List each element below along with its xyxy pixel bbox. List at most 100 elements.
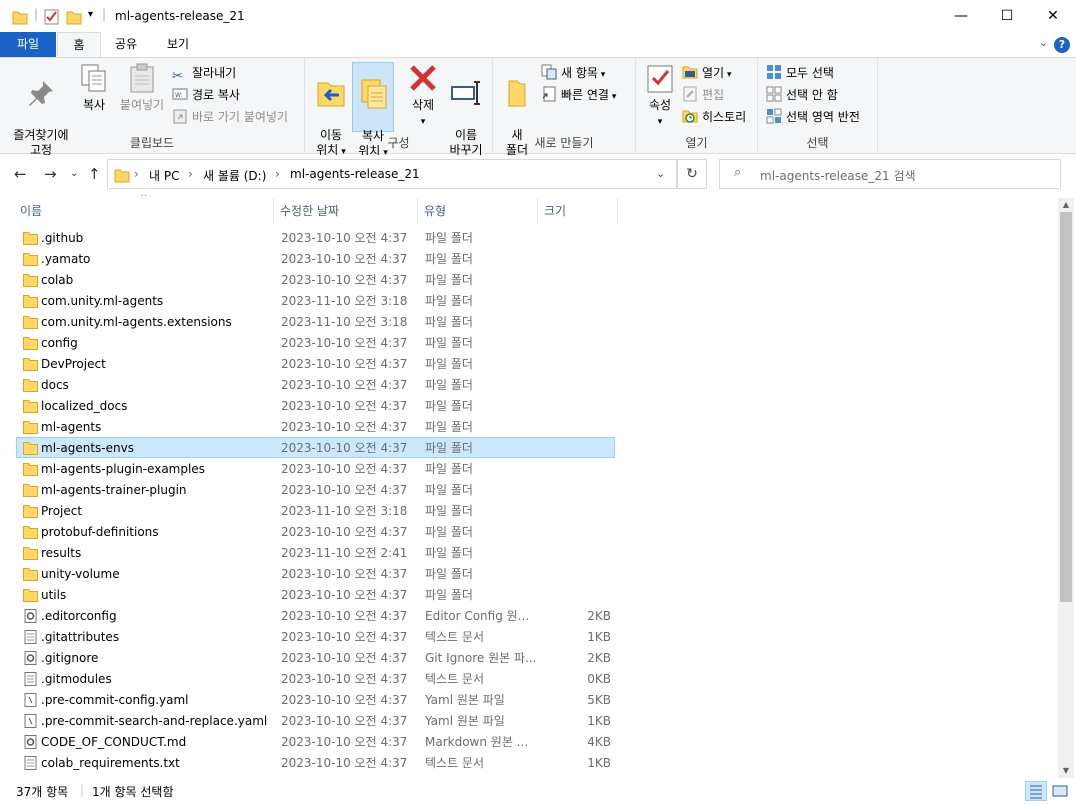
new-folder-quick-icon[interactable] bbox=[66, 8, 82, 26]
refresh-button[interactable]: ↻ bbox=[677, 159, 707, 189]
breadcrumb-this-pc[interactable]: 내 PC bbox=[149, 167, 179, 184]
tab-home[interactable]: 홈 bbox=[57, 32, 101, 57]
file-row[interactable]: protobuf-definitions 2023-10-10 오전 4:37 파일… bbox=[16, 521, 615, 542]
address-bar[interactable]: › 내 PC › 새 볼륨 (D:) › ml-agents-release_2… bbox=[107, 159, 677, 189]
file-row[interactable]: utils 2023-10-10 오전 4:37 파일 폴더 bbox=[16, 584, 615, 605]
config-file-icon bbox=[23, 609, 38, 623]
file-row[interactable]: .gitignore 2023-10-10 오전 4:37 Git Ignore 원… bbox=[16, 647, 615, 668]
file-row[interactable]: .github 2023-10-10 오전 4:37 파일 폴더 bbox=[16, 227, 615, 248]
copy-button[interactable]: 복사 bbox=[76, 62, 112, 113]
scrollbar-thumb[interactable] bbox=[1060, 212, 1072, 602]
file-name: .gitmodules bbox=[41, 672, 112, 686]
file-name: DevProject bbox=[41, 357, 106, 371]
file-row[interactable]: docs 2023-10-10 오전 4:37 파일 폴더 bbox=[16, 374, 615, 395]
file-row[interactable]: DevProject 2023-10-10 오전 4:37 파일 폴더 bbox=[16, 353, 615, 374]
collapse-ribbon-icon[interactable]: ⌄ bbox=[1039, 36, 1048, 49]
file-row[interactable]: .yamato 2023-10-10 오전 4:37 파일 폴더 bbox=[16, 248, 615, 269]
file-name: docs bbox=[41, 378, 69, 392]
file-row[interactable]: .pre-commit-config.yaml 2023-10-10 오전 4:3… bbox=[16, 689, 615, 710]
file-row[interactable]: colab_requirements.txt 2023-10-10 오전 4:37… bbox=[16, 752, 615, 773]
folder-icon bbox=[23, 378, 38, 392]
file-row[interactable]: ml-agents-plugin-examples 2023-10-10 오전 4… bbox=[16, 458, 615, 479]
file-name: results bbox=[41, 546, 82, 560]
minimize-button[interactable]: — bbox=[938, 0, 984, 32]
file-name: Project bbox=[41, 504, 83, 518]
address-dropdown-icon[interactable]: ⌄ bbox=[656, 167, 665, 180]
cut-button[interactable]: ✂ 잘라내기 bbox=[172, 63, 236, 84]
breadcrumb-current-folder[interactable]: ml-agents-release_21 bbox=[290, 167, 420, 181]
breadcrumb-volume-d[interactable]: 새 볼륨 (D:) bbox=[203, 167, 266, 184]
recent-locations-chevron-icon[interactable]: ⌄ bbox=[70, 168, 78, 179]
file-name: .gitignore bbox=[41, 651, 99, 665]
history-label: 히스토리 bbox=[702, 110, 747, 124]
folder-icon bbox=[23, 315, 38, 329]
back-arrow-icon[interactable]: ← bbox=[14, 165, 27, 183]
new-item-button[interactable]: 새 항목 ▾ bbox=[541, 63, 605, 83]
invert-selection-button[interactable]: 선택 영역 반전 bbox=[766, 107, 860, 127]
easy-access-button[interactable]: 빠른 연결 ▾ bbox=[541, 85, 616, 105]
file-type: 파일 폴더 bbox=[425, 420, 473, 434]
maximize-button[interactable]: ☐ bbox=[984, 0, 1030, 32]
column-header-name[interactable]: 이름 bbox=[16, 198, 274, 224]
scissors-icon: ✂ bbox=[172, 69, 183, 84]
select-none-button[interactable]: 선택 안 함 bbox=[766, 85, 838, 105]
search-box[interactable]: ⌕ ml-agents-release_21 검색 bbox=[719, 159, 1061, 189]
edit-button[interactable]: 편집 bbox=[682, 85, 724, 105]
delete-button[interactable]: 삭제 ▾ bbox=[403, 62, 443, 130]
tab-view[interactable]: 보기 bbox=[156, 32, 200, 57]
file-row[interactable]: .editorconfig 2023-10-10 오전 4:37 Editor Co… bbox=[16, 605, 615, 626]
file-row[interactable]: ml-agents-trainer-plugin 2023-10-10 오전 4:… bbox=[16, 479, 615, 500]
open-button[interactable]: 열기 ▾ bbox=[682, 63, 731, 83]
file-row[interactable]: localized_docs 2023-10-10 오전 4:37 파일 폴더 bbox=[16, 395, 615, 416]
item-count: 37개 항목 bbox=[16, 785, 69, 799]
paste-button[interactable]: 붙여넣기 bbox=[116, 62, 168, 113]
history-button[interactable]: 히스토리 bbox=[682, 107, 746, 127]
file-row[interactable]: .pre-commit-search-and-replace.yaml 2023-… bbox=[16, 710, 615, 731]
column-header-date[interactable]: 수정한 날짜 bbox=[276, 198, 418, 224]
file-row[interactable]: com.unity.ml-agents 2023-11-10 오전 3:18 파일 … bbox=[16, 290, 615, 311]
file-row[interactable]: com.unity.ml-agents.extensions 2023-11-10… bbox=[16, 311, 615, 332]
properties-check-icon[interactable] bbox=[44, 8, 60, 26]
column-header-type[interactable]: 유형 bbox=[420, 198, 538, 224]
file-name: ml-agents-plugin-examples bbox=[41, 462, 205, 476]
scroll-up-arrow-icon[interactable]: ▲ bbox=[1058, 198, 1074, 212]
select-all-icon bbox=[767, 65, 781, 79]
tab-file[interactable]: 파일 bbox=[0, 32, 56, 57]
file-row[interactable]: results 2023-11-10 오전 2:41 파일 폴더 bbox=[16, 542, 615, 563]
file-date: 2023-11-10 오전 2:41 bbox=[281, 546, 408, 560]
file-row[interactable]: colab 2023-10-10 오전 4:37 파일 폴더 bbox=[16, 269, 615, 290]
close-button[interactable]: ✕ bbox=[1030, 0, 1076, 32]
quick-access-dropdown-icon[interactable]: ▾ bbox=[88, 9, 93, 20]
file-row[interactable]: ml-agents-envs 2023-10-10 오전 4:37 파일 폴더 bbox=[16, 437, 615, 458]
file-row[interactable]: Project 2023-11-10 오전 3:18 파일 폴더 bbox=[16, 500, 615, 521]
status-separator: | bbox=[80, 783, 85, 797]
scroll-down-arrow-icon[interactable]: ▼ bbox=[1058, 764, 1074, 778]
column-header-size[interactable]: 크기 bbox=[540, 198, 618, 224]
vertical-scrollbar[interactable]: ▲ ▼ bbox=[1058, 198, 1074, 778]
select-all-button[interactable]: 모두 선택 bbox=[766, 63, 834, 83]
paste-shortcut-label: 바로 가기 붙여넣기 bbox=[192, 110, 288, 124]
file-row[interactable]: config 2023-10-10 오전 4:37 파일 폴더 bbox=[16, 332, 615, 353]
paste-shortcut-button[interactable]: 바로 가기 붙여넣기 bbox=[172, 107, 288, 127]
folder-icon bbox=[23, 504, 38, 518]
pin-icon bbox=[29, 81, 53, 106]
file-row[interactable]: unity-volume 2023-10-10 오전 4:37 파일 폴더 bbox=[16, 563, 615, 584]
tab-share[interactable]: 공유 bbox=[104, 32, 148, 57]
file-row[interactable]: ml-agents 2023-10-10 오전 4:37 파일 폴더 bbox=[16, 416, 615, 437]
copy-path-button[interactable]: W: 경로 복사 bbox=[172, 85, 240, 105]
help-icon[interactable]: ? bbox=[1054, 37, 1070, 53]
details-view-button[interactable] bbox=[1025, 781, 1047, 801]
file-row[interactable]: CODE_OF_CONDUCT.md 2023-10-10 오전 4:37 Mark… bbox=[16, 731, 615, 752]
text-file-icon bbox=[23, 756, 38, 770]
file-name: protobuf-definitions bbox=[41, 525, 159, 539]
file-row[interactable]: .gitattributes 2023-10-10 오전 4:37 텍스트 문서 1K… bbox=[16, 626, 615, 647]
copy-to-button[interactable]: 복사 위치 ▾ bbox=[352, 62, 394, 158]
history-icon bbox=[682, 110, 698, 123]
file-row[interactable]: .gitmodules 2023-10-10 오전 4:37 텍스트 문서 0KB bbox=[16, 668, 615, 689]
properties-button[interactable]: 속성 ▾ bbox=[642, 62, 678, 130]
paste-shortcut-icon bbox=[173, 109, 187, 124]
file-size: 2KB bbox=[587, 651, 611, 665]
forward-arrow-icon[interactable]: → bbox=[44, 165, 57, 183]
up-arrow-icon[interactable]: ↑ bbox=[88, 165, 101, 183]
large-icons-view-button[interactable] bbox=[1049, 781, 1071, 801]
